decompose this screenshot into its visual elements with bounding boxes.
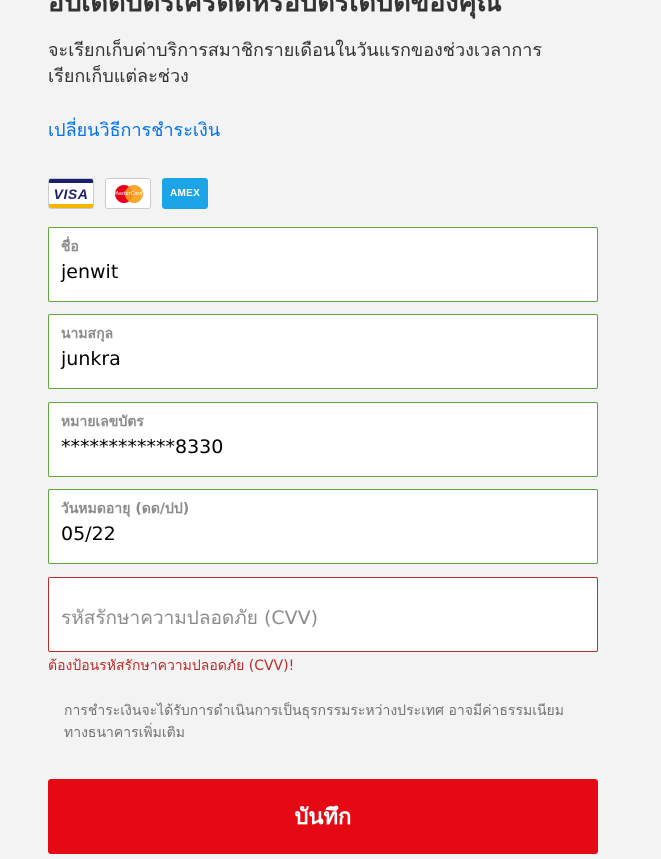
cvv-placeholder: รหัสรักษาความปลอดภัย (CVV) [61,607,319,629]
page-subtitle: จะเรียกเก็บค่าบริการสมาชิกรายเดือนในวันแ… [48,40,542,87]
international-transaction-notice: การชำระเงินจะได้รับการดำเนินการเป็นธุรกร… [64,703,564,741]
visa-card-icon: VISA [48,178,94,209]
amex-card-icon: AMEX [162,178,208,209]
change-payment-method-link[interactable]: เปลี่ยนวิธีการชำระเงิน [48,115,220,144]
card-number-field[interactable]: หมายเลขบัตร ************8330 [48,402,598,477]
mastercard-card-icon: MasterCard [105,178,151,209]
first-name-value: jenwit [61,261,119,283]
last-name-field[interactable]: นามสกุล junkra [48,314,598,389]
last-name-label: นามสกุล [61,326,114,342]
expiry-date-value: 05/22 [61,523,116,545]
accepted-cards: VISA MasterCard AMEX [48,178,208,209]
card-number-label: หมายเลขบัตร [61,414,144,430]
first-name-label: ชื่อ [61,239,79,255]
card-number-value: ************8330 [61,436,224,458]
last-name-value: junkra [61,348,121,370]
expiry-date-label: วันหมดอายุ (ดด/ปป) [61,501,190,517]
save-button[interactable]: บันทึก [48,779,598,854]
expiry-date-field[interactable]: วันหมดอายุ (ดด/ปป) 05/22 [48,489,598,564]
cvv-field[interactable]: รหัสรักษาความปลอดภัย (CVV) [48,577,598,652]
first-name-field[interactable]: ชื่อ jenwit [48,227,598,302]
page-title: อัปเดตบัตรเครดิตหรือบัตรเดบิตของคุณ [48,0,502,18]
cvv-error-message: ต้องป้อนรหัสรักษาความปลอดภัย (CVV)! [48,658,295,674]
